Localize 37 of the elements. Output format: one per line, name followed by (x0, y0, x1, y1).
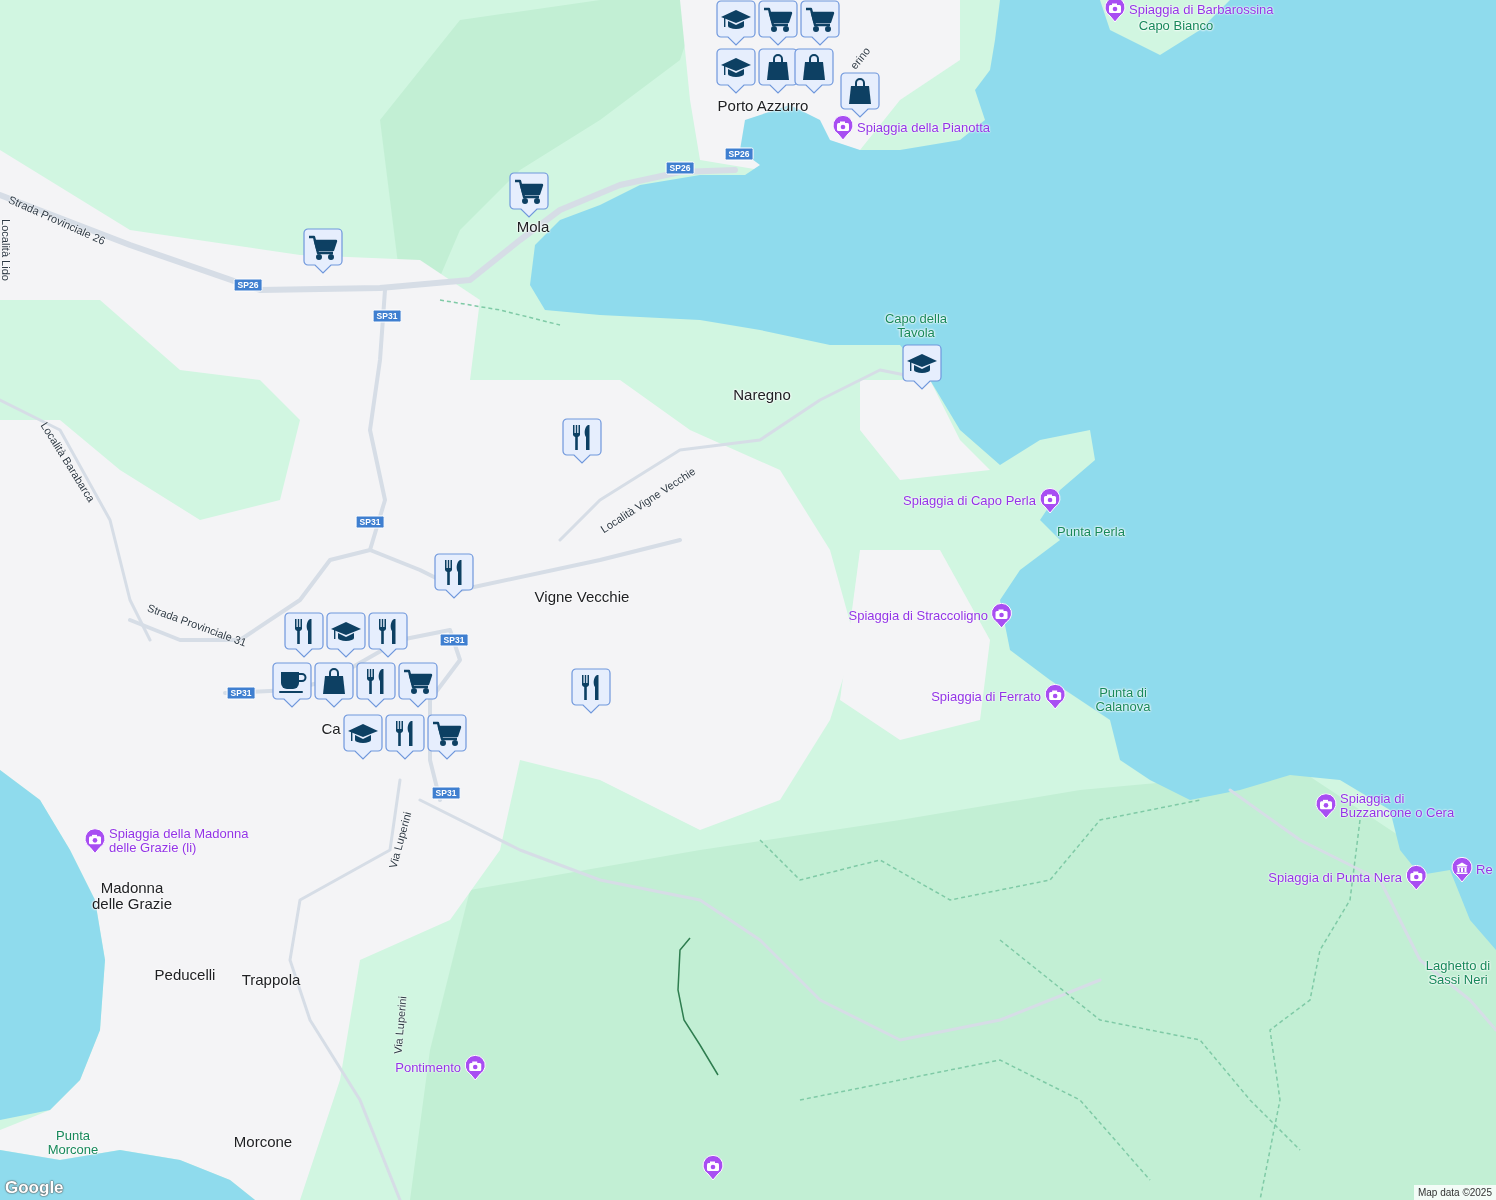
poi-label[interactable]: Spiaggia di Barbarossina (1129, 3, 1274, 17)
place-label: Punta Morcone (47, 1129, 99, 1157)
road-label: Via Luperini (391, 995, 409, 1055)
road-shield: SP26 (233, 278, 263, 292)
poi-label[interactable]: Spiaggia della Pianotta (857, 121, 990, 135)
road-shield: SP31 (431, 786, 461, 800)
place-label: Capo della Tavola (884, 312, 948, 340)
town-label: Peducelli (154, 967, 216, 983)
poi-label[interactable]: Spiaggia di Ferrato (931, 690, 1041, 704)
town-label: Mola (516, 219, 550, 235)
road-label: Località Lido (0, 219, 12, 281)
road-shield: SP26 (665, 161, 695, 175)
road-label: Via Luperini (386, 810, 414, 870)
poi-label[interactable]: Spiaggia della Madonna delle Grazie (li) (109, 827, 249, 855)
poi-label[interactable]: Spiaggia di Punta Nera (1268, 871, 1402, 885)
poi-label[interactable]: Re (1476, 863, 1493, 877)
road-shield: SP31 (372, 309, 402, 323)
map-attribution: Map data ©2025 (1413, 1185, 1496, 1200)
road-shield: SP31 (439, 633, 469, 647)
place-label: Punta Perla (1057, 525, 1125, 539)
place-label: Capo Bianco (1138, 19, 1214, 33)
town-label: Porto Azzurro (717, 98, 809, 114)
town-label: Trappola (241, 972, 301, 988)
poi-label[interactable]: Spiaggia di Capo Perla (903, 494, 1036, 508)
town-label: Madonna delle Grazie (92, 880, 172, 912)
poi-label[interactable]: Spiaggia di Buzzancone o Cera (1340, 792, 1455, 820)
road-shield: SP31 (355, 515, 385, 529)
road-shield: SP26 (724, 147, 754, 161)
place-label: Laghetto di Sassi Neri (1425, 959, 1491, 987)
town-label: Morcone (233, 1134, 293, 1150)
road-shield: SP31 (226, 686, 256, 700)
town-label: Ca (321, 721, 341, 737)
poi-label[interactable]: Spiaggia di Straccoligno (848, 609, 988, 623)
town-label: Vigne Vecchie (534, 589, 630, 605)
poi-label[interactable]: Pontimento (395, 1061, 461, 1075)
place-label: Punta di Calanova (1095, 686, 1151, 714)
town-label: Naregno (733, 387, 791, 403)
